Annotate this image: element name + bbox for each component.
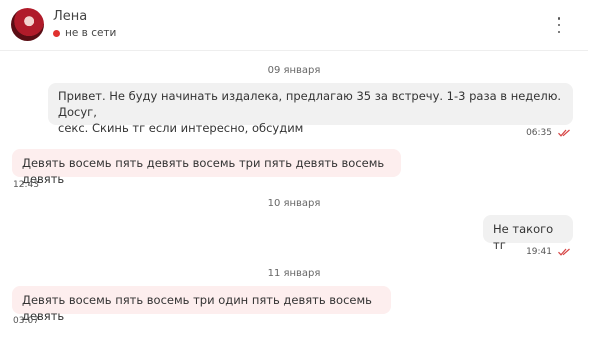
message-meta: 03:07 bbox=[13, 316, 39, 326]
double-check-icon bbox=[558, 129, 570, 137]
message-time: 06:35 bbox=[526, 128, 552, 138]
status-text: не в сети bbox=[65, 27, 117, 39]
incoming-message[interactable]: Девять восемь пять девять восемь три пят… bbox=[12, 149, 401, 186]
chat-header: Лена не в сети bbox=[0, 0, 588, 51]
message-text: Девять восемь пять восемь три один пять … bbox=[22, 293, 372, 323]
message-time: 03:07 bbox=[13, 316, 39, 326]
incoming-message[interactable]: Девять восемь пять восемь три один пять … bbox=[12, 286, 391, 323]
contact-name[interactable]: Лена bbox=[53, 9, 87, 24]
status-dot-icon bbox=[53, 29, 60, 37]
message-text: Девять восемь пять девять восемь три пят… bbox=[22, 156, 385, 186]
message-meta: 06:35 bbox=[526, 128, 572, 138]
message-meta: 12:43 bbox=[13, 180, 39, 190]
date-separator: 09 января bbox=[267, 65, 321, 76]
double-check-icon bbox=[558, 248, 570, 256]
outgoing-message[interactable]: Не такого тг bbox=[483, 215, 573, 252]
message-text-line: секс. Скинь тг если интересно, обсудим bbox=[58, 121, 304, 135]
message-time: 12:43 bbox=[13, 180, 39, 190]
outgoing-message[interactable]: Привет. Не буду начинать издалека, предл… bbox=[48, 83, 573, 135]
message-text-line: Привет. Не буду начинать издалека, предл… bbox=[58, 89, 562, 119]
date-separator: 10 января bbox=[267, 198, 321, 209]
message-meta: 19:41 bbox=[526, 247, 572, 257]
date-separator: 11 января bbox=[267, 268, 321, 279]
contact-status: не в сети bbox=[53, 27, 116, 39]
more-menu-icon[interactable] bbox=[554, 16, 564, 34]
avatar[interactable] bbox=[11, 8, 44, 41]
message-time: 19:41 bbox=[526, 247, 552, 257]
